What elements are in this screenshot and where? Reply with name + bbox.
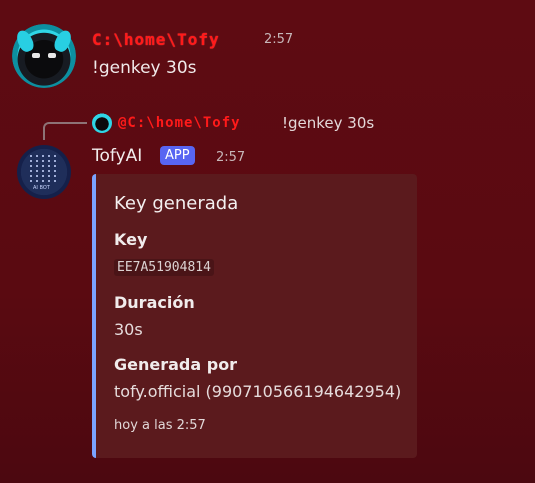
bot-author[interactable]: TofyAI <box>92 146 142 166</box>
bot-timestamp: 2:57 <box>216 150 246 165</box>
embed-field-duration-name: Duración <box>114 293 195 312</box>
avatar-flame-left <box>14 28 36 54</box>
message-content: !genkey 30s <box>92 58 197 78</box>
reply-preview-text[interactable]: !genkey 30s <box>282 114 374 132</box>
embed-field-key-value[interactable]: EE7A51904814 <box>114 259 214 276</box>
embed-footer: hoy a las 2:57 <box>114 418 206 433</box>
embed-title: Key generada <box>114 193 239 214</box>
bot-avatar-caption: AI BOT <box>33 185 50 191</box>
message-timestamp: 2:57 <box>264 32 294 47</box>
app-badge: APP <box>160 146 195 165</box>
embed-field-generated-by-value: tofy.official (990710566194642954) <box>114 382 402 401</box>
embed-field-key-name: Key <box>114 230 148 249</box>
message-author[interactable]: C:\home\Tofy <box>92 30 220 49</box>
bot-avatar[interactable]: AI BOT <box>17 145 71 199</box>
embed-field-generated-by-name: Generada por <box>114 355 238 374</box>
user-avatar[interactable] <box>12 24 76 88</box>
avatar-flame-right <box>52 28 74 54</box>
reply-author[interactable]: @C:\home\Tofy <box>118 115 241 131</box>
bot-avatar-pattern <box>30 155 58 183</box>
avatar-eyes <box>32 53 56 59</box>
reply-connector-line <box>43 122 87 140</box>
embed-card <box>92 174 417 458</box>
reply-author-avatar[interactable] <box>92 113 112 133</box>
embed-field-duration-value: 30s <box>114 320 143 339</box>
